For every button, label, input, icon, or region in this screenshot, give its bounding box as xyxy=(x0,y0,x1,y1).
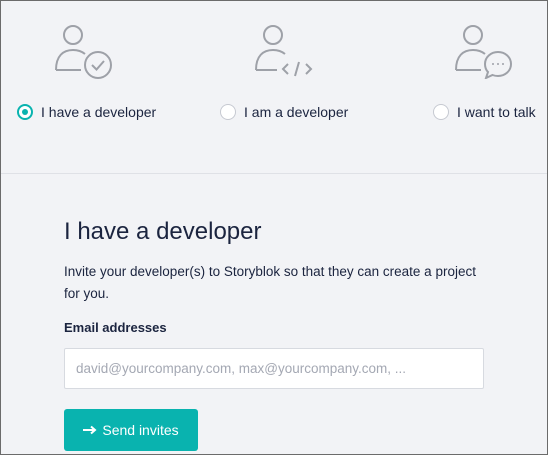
option-have-developer[interactable]: I have a developer xyxy=(1,1,181,141)
section-title: I have a developer xyxy=(64,218,262,245)
email-field-label: Email addresses xyxy=(64,320,167,335)
send-invites-button[interactable]: Send invites xyxy=(64,409,198,451)
radio-label: I want to talk xyxy=(457,104,536,120)
radio-want-talk[interactable]: I want to talk xyxy=(433,104,536,120)
radio-label: I am a developer xyxy=(244,104,349,120)
radio-am-developer[interactable]: I am a developer xyxy=(220,104,348,120)
radio-button[interactable] xyxy=(220,104,236,120)
send-invites-label: Send invites xyxy=(102,422,179,438)
option-am-developer[interactable]: I am a developer xyxy=(201,1,381,141)
option-want-talk[interactable]: I want to talk xyxy=(421,1,547,141)
user-chat-icon xyxy=(455,25,513,79)
radio-have-developer[interactable]: I have a developer xyxy=(17,104,156,120)
radio-button-checked[interactable] xyxy=(17,104,33,120)
user-check-icon xyxy=(55,25,112,79)
radio-button[interactable] xyxy=(433,104,449,120)
arrow-right-icon xyxy=(83,425,97,435)
email-addresses-input[interactable] xyxy=(64,348,484,389)
invite-panel: I have a developer I am a developer I wa… xyxy=(0,0,548,455)
invite-form: I have a developer Invite your developer… xyxy=(64,217,504,451)
radio-label: I have a developer xyxy=(41,104,157,120)
user-code-icon xyxy=(255,25,313,77)
section-description: Invite your developer(s) to Storyblok so… xyxy=(64,264,476,301)
role-options: I have a developer I am a developer I wa… xyxy=(1,1,547,174)
